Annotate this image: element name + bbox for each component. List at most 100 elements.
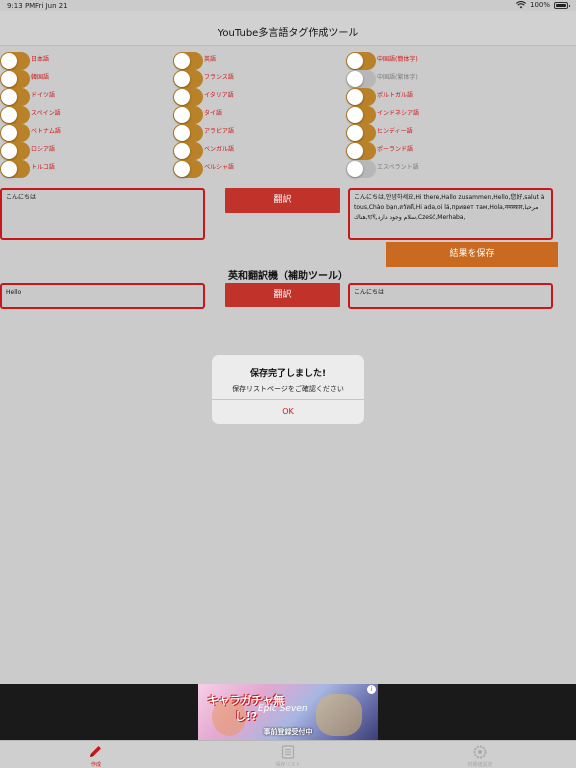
language-switch: ベトナム語 <box>0 124 61 142</box>
language-label: アラビア語 <box>204 127 235 135</box>
language-toggle[interactable] <box>346 106 376 124</box>
toggle-knob <box>1 53 17 69</box>
language-toggle[interactable] <box>346 70 376 88</box>
language-switch: ロシア語 <box>0 142 55 160</box>
status-right: 100% <box>515 1 570 9</box>
toggle-knob <box>1 125 17 141</box>
alert-message: 保存リストページをご確認ください <box>232 385 344 393</box>
language-label: 韓国語 <box>31 73 50 81</box>
toggle-knob <box>174 161 190 177</box>
tab-bar: 作成 保存リスト 初期値設定 <box>0 740 576 768</box>
toggle-knob <box>347 107 363 123</box>
language-toggle[interactable] <box>0 160 30 178</box>
toggle-knob <box>174 89 190 105</box>
battery-icon <box>554 1 570 9</box>
language-label: 日本語 <box>31 55 50 63</box>
battery-percent: 100% <box>529 1 550 9</box>
toggle-knob <box>174 143 190 159</box>
language-label: フランス語 <box>204 73 234 81</box>
ad-logo: Epic Seven <box>258 704 308 714</box>
language-toggle[interactable] <box>346 52 376 70</box>
language-toggle[interactable] <box>346 88 376 106</box>
language-switch: ベンガル語 <box>173 142 234 160</box>
language-toggle[interactable] <box>173 142 203 160</box>
language-label: スペイン語 <box>31 109 61 117</box>
list-icon <box>281 745 295 759</box>
toggle-knob <box>1 161 17 177</box>
alert-ok-button[interactable]: OK <box>212 400 364 424</box>
language-switch: ポーランド語 <box>346 142 413 160</box>
status-date: Fri Jun 21 <box>35 2 68 10</box>
language-toggle[interactable] <box>0 52 30 70</box>
toggle-knob <box>1 143 17 159</box>
language-toggle[interactable] <box>173 160 203 178</box>
language-switch: タイ語 <box>173 106 222 124</box>
language-switch: スペイン語 <box>0 106 61 124</box>
language-label: トルコ語 <box>31 163 55 171</box>
language-toggle[interactable] <box>0 124 30 142</box>
language-toggle[interactable] <box>173 52 203 70</box>
language-toggle[interactable] <box>173 88 203 106</box>
en-ja-translate-button[interactable]: 翻訳 <box>225 283 340 307</box>
toggle-knob <box>347 71 363 87</box>
language-label: 中国語(簡体字) <box>377 55 418 63</box>
language-label: 英語 <box>204 55 217 63</box>
toggle-knob <box>174 71 190 87</box>
language-switch: エスペラント語 <box>346 160 419 178</box>
status-time: 9:13 PM <box>7 2 36 10</box>
language-label: ペルシャ語 <box>204 163 235 171</box>
language-switch: 韓国語 <box>0 70 49 88</box>
language-toggle[interactable] <box>173 70 203 88</box>
alert-title: 保存完了しました! <box>249 369 327 379</box>
gear-icon <box>473 745 487 759</box>
language-label: 中国語(繁体字) <box>377 73 418 81</box>
language-switch: 英語 <box>173 52 216 70</box>
language-label: ポーランド語 <box>377 145 414 153</box>
ad-banner[interactable]: キャラガチャ無し!? Epic Seven 事前登録受付中 i <box>198 684 378 740</box>
ad-info-icon[interactable]: i <box>367 685 376 694</box>
language-toggle[interactable] <box>0 106 30 124</box>
toggle-knob <box>174 107 190 123</box>
toggle-knob <box>347 125 363 141</box>
language-switch: フランス語 <box>173 70 234 88</box>
en-input[interactable]: Hello <box>0 283 205 309</box>
translation-result-output[interactable]: こんにちは,안녕하세요,Hi there,Hallo zusammen,Hell… <box>348 188 553 240</box>
ja-output[interactable]: こんにちは <box>348 283 553 309</box>
language-label: ドイツ語 <box>31 91 56 99</box>
tab-create[interactable]: 作成 <box>46 741 146 768</box>
language-toggle[interactable] <box>173 106 203 124</box>
save-result-button[interactable]: 結果を保存 <box>386 242 558 267</box>
language-label: エスペラント語 <box>377 163 419 171</box>
en-ja-section-title: 英和翻訳機（補助ツール） <box>228 271 348 282</box>
language-toggle[interactable] <box>0 142 30 160</box>
language-toggle[interactable] <box>346 160 376 178</box>
language-label: ポルトガル語 <box>377 91 414 99</box>
toggle-knob <box>1 71 17 87</box>
language-switch: アラビア語 <box>173 124 234 142</box>
language-label: ロシア語 <box>31 145 56 153</box>
language-toggle[interactable] <box>0 70 30 88</box>
language-toggle[interactable] <box>173 124 203 142</box>
language-toggle[interactable] <box>0 88 30 106</box>
language-switch: ドイツ語 <box>0 88 55 106</box>
language-toggle[interactable] <box>346 124 376 142</box>
language-switch: トルコ語 <box>0 160 55 178</box>
language-switch: ペルシャ語 <box>173 160 234 178</box>
toggle-knob <box>347 143 363 159</box>
save-complete-alert: 保存完了しました! 保存リストページをご確認ください OK <box>212 355 364 424</box>
language-label: ヒンディー語 <box>377 127 413 135</box>
toggle-knob <box>174 53 190 69</box>
wifi-icon <box>515 1 526 9</box>
pencil-icon <box>90 746 101 757</box>
source-text-input[interactable]: こんにちは <box>0 188 205 240</box>
language-label: タイ語 <box>204 109 223 117</box>
language-switch: インドネシア語 <box>346 106 419 124</box>
toggle-knob <box>1 89 17 105</box>
tab-settings-label: 初期値設定 <box>467 762 493 768</box>
tab-create-label: 作成 <box>90 762 101 768</box>
tab-saved-list[interactable]: 保存リスト <box>238 741 338 768</box>
language-label: ベンガル語 <box>204 145 235 153</box>
tab-settings[interactable]: 初期値設定 <box>430 741 530 768</box>
translate-button[interactable]: 翻訳 <box>225 188 340 213</box>
language-toggle[interactable] <box>346 142 376 160</box>
